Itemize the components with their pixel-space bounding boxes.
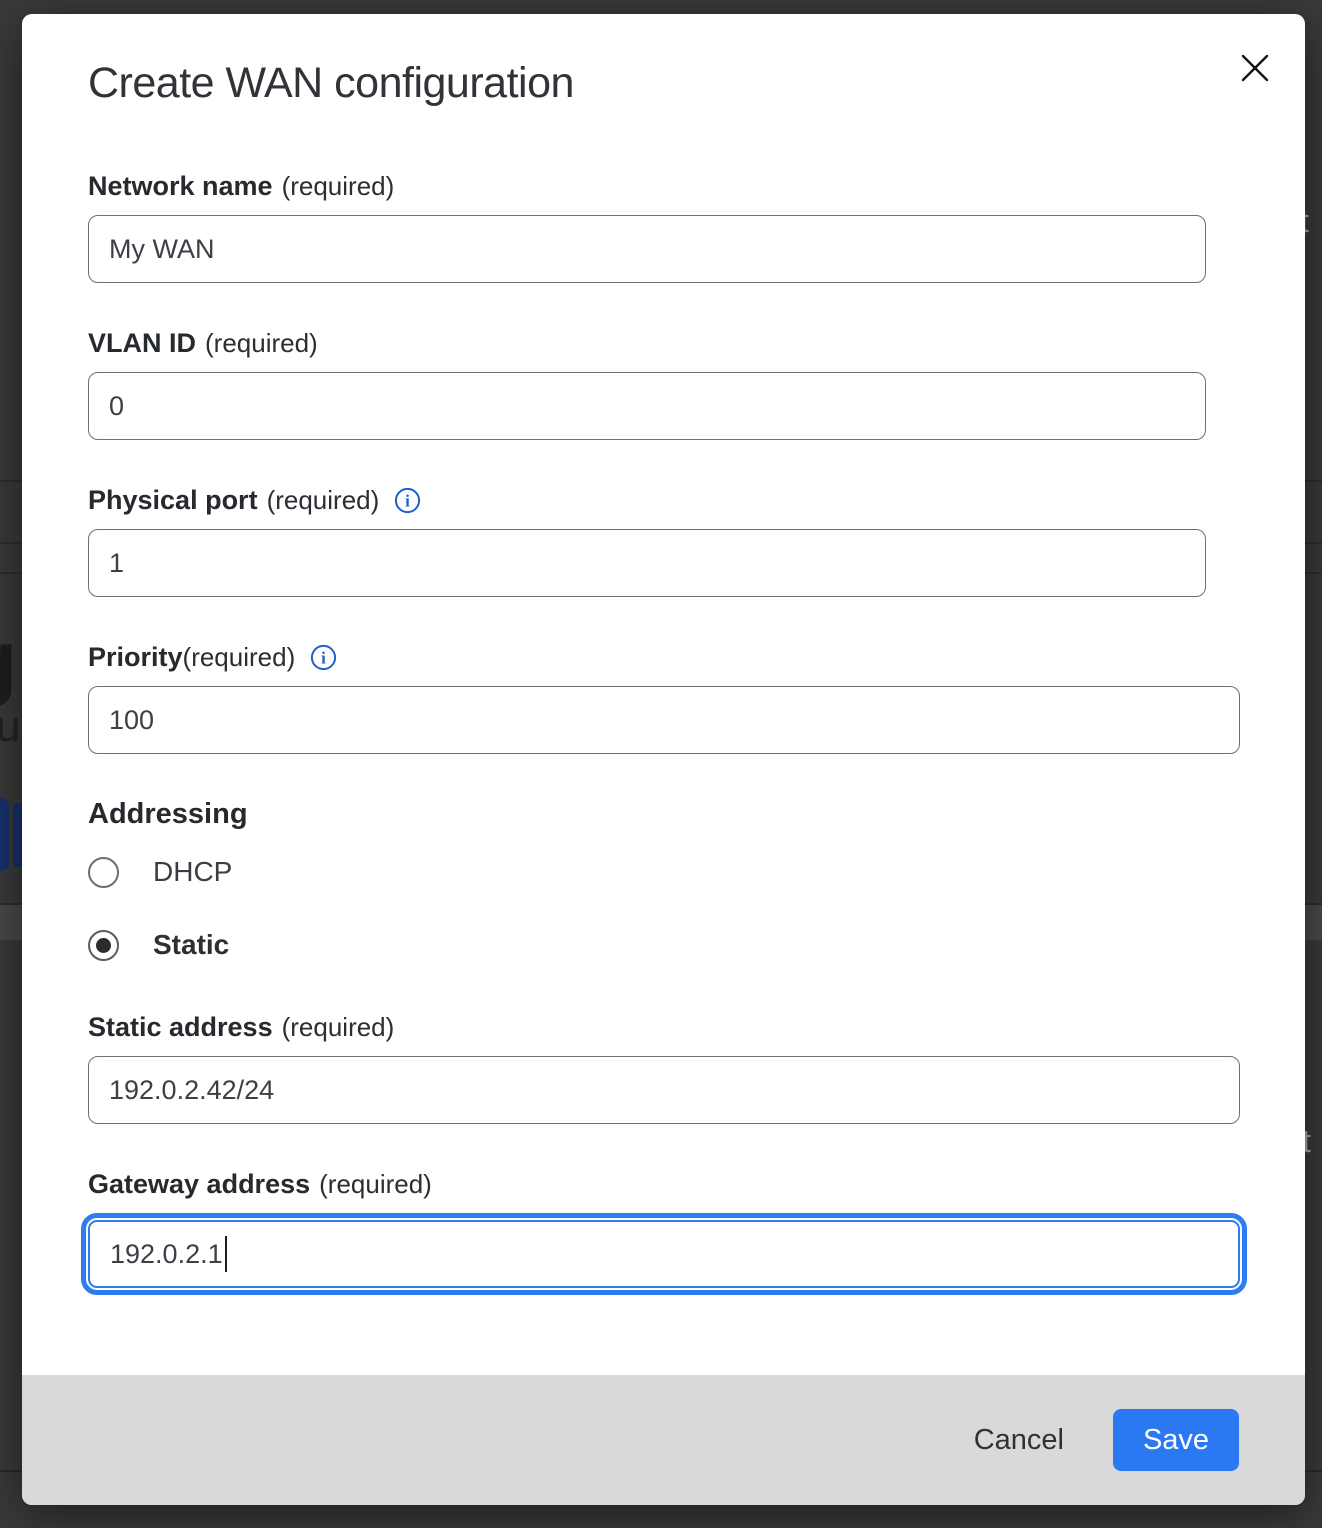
physical-port-label: Physical port (required) i bbox=[88, 484, 1240, 516]
svg-text:i: i bbox=[405, 491, 410, 510]
vlan-id-label: VLAN ID (required) bbox=[88, 327, 1240, 359]
radio-dhcp-label: DHCP bbox=[153, 856, 232, 888]
cancel-button[interactable]: Cancel bbox=[974, 1424, 1064, 1457]
required-hint: (required) bbox=[282, 170, 395, 202]
radio-button-selected-icon bbox=[88, 930, 119, 961]
radio-dhcp[interactable]: DHCP bbox=[88, 856, 1240, 888]
required-hint: (required) bbox=[205, 327, 318, 359]
svg-text:i: i bbox=[321, 648, 326, 667]
network-name-input[interactable] bbox=[88, 215, 1206, 283]
static-address-label: Static address (required) bbox=[88, 1011, 1240, 1043]
dialog-title: Create WAN configuration bbox=[88, 58, 1240, 108]
network-name-label: Network name (required) bbox=[88, 170, 1240, 202]
radio-button-icon bbox=[88, 857, 119, 888]
priority-label: Priority (required) i bbox=[88, 641, 1240, 673]
priority-input[interactable] bbox=[88, 686, 1240, 754]
create-wan-configuration-dialog: Create WAN configuration Network name (r… bbox=[22, 14, 1305, 1505]
info-icon[interactable]: i bbox=[310, 644, 337, 671]
info-icon[interactable]: i bbox=[394, 487, 421, 514]
gateway-address-label: Gateway address (required) bbox=[88, 1168, 1240, 1200]
background-text-fragment: u bbox=[0, 702, 20, 752]
addressing-heading: Addressing bbox=[88, 797, 1240, 831]
save-button[interactable]: Save bbox=[1113, 1409, 1239, 1471]
required-hint: (required) bbox=[319, 1168, 432, 1200]
background-blue-button-fragment bbox=[0, 798, 9, 871]
gateway-address-input[interactable]: 192.0.2.1 bbox=[88, 1220, 1240, 1288]
static-address-input[interactable] bbox=[88, 1056, 1240, 1124]
background-text-fragment: g bbox=[0, 612, 17, 709]
radio-static[interactable]: Static bbox=[88, 929, 1240, 961]
radio-static-label: Static bbox=[153, 929, 229, 961]
vlan-id-input[interactable] bbox=[88, 372, 1206, 440]
text-cursor bbox=[225, 1236, 228, 1272]
dialog-footer: Cancel Save bbox=[22, 1375, 1305, 1505]
required-hint: (required) bbox=[282, 1011, 395, 1043]
required-hint: (required) bbox=[267, 484, 380, 516]
required-hint: (required) bbox=[183, 641, 296, 673]
physical-port-input[interactable] bbox=[88, 529, 1206, 597]
gateway-address-value: 192.0.2.1 bbox=[110, 1239, 223, 1270]
